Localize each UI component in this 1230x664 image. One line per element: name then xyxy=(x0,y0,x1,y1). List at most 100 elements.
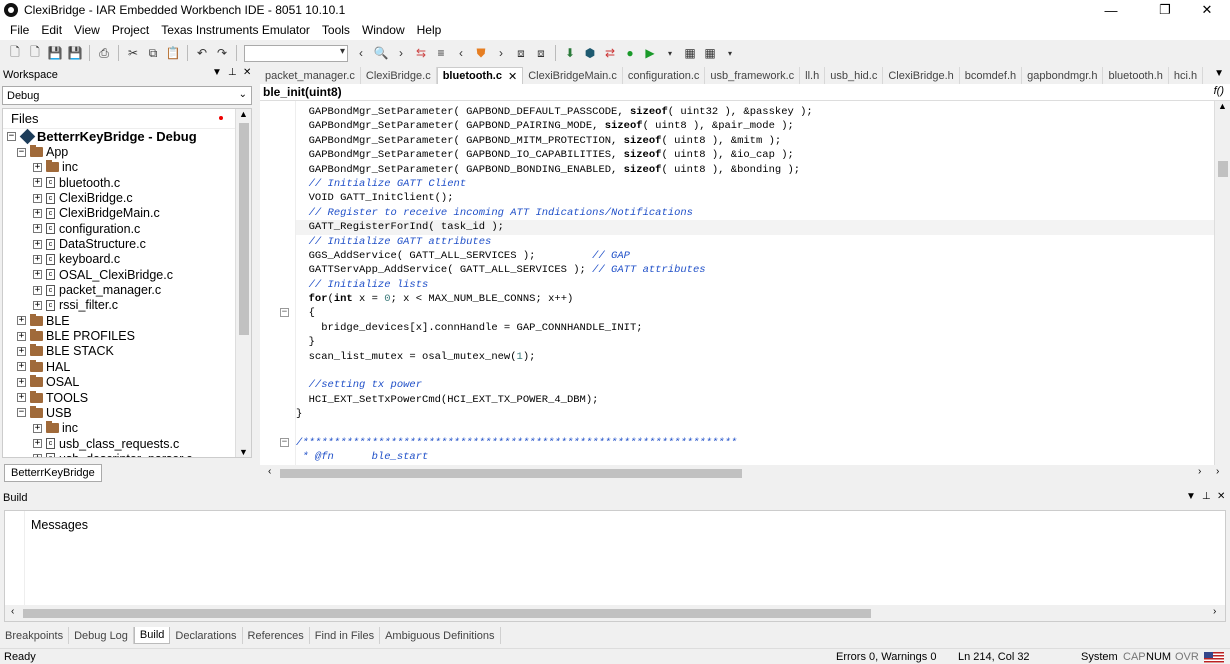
editor-tab[interactable]: ClexiBridge.c xyxy=(361,67,437,84)
expand-icon[interactable]: + xyxy=(33,178,42,188)
code-line[interactable]: VOID GATT_InitClient(); xyxy=(296,191,1214,205)
code-line[interactable]: GAPBondMgr_SetParameter( GAPBOND_PAIRING… xyxy=(296,119,1214,133)
stop-build-icon[interactable]: ⇄ xyxy=(601,44,619,62)
tree-file[interactable]: + c usb_class_requests.c xyxy=(3,436,251,451)
expand-icon[interactable]: + xyxy=(33,439,42,449)
tree-folder[interactable]: + BLE PROFILES xyxy=(3,328,251,343)
close-button[interactable]: ✕ xyxy=(1184,0,1230,20)
menu-project[interactable]: Project xyxy=(106,23,155,37)
tree-file[interactable]: + c bluetooth.c xyxy=(3,175,251,190)
find-combo[interactable] xyxy=(244,44,348,62)
tree-folder[interactable]: + HAL xyxy=(3,359,251,374)
tree-file[interactable]: + c OSAL_ClexiBridge.c xyxy=(3,267,251,282)
close-tab-icon[interactable]: ✕ xyxy=(508,70,517,83)
code-line[interactable]: } xyxy=(296,407,1214,421)
code-line[interactable]: GATT_RegisterForInd( task_id ); xyxy=(296,220,1214,235)
expand-icon[interactable]: + xyxy=(33,254,42,264)
configuration-select[interactable]: Debug ⌄ xyxy=(2,86,252,105)
editor-tab[interactable]: gapbondmgr.h xyxy=(1022,67,1104,84)
collapse-icon[interactable]: − xyxy=(7,132,16,142)
workspace-tab[interactable]: BetterrKeyBridge xyxy=(4,464,102,482)
code-line[interactable]: //setting tx power xyxy=(296,378,1214,392)
editor-tab[interactable]: ClexiBridgeMain.c xyxy=(523,67,623,84)
scroll-right-icon[interactable]: › xyxy=(1213,606,1216,617)
expand-icon[interactable]: + xyxy=(33,193,42,203)
code-line[interactable] xyxy=(296,422,1214,436)
editor-hscrollbar[interactable]: ‹ › › xyxy=(260,465,1230,481)
scroll-right-icon[interactable]: › xyxy=(1216,466,1219,477)
tree-file[interactable]: + c packet_manager.c xyxy=(3,282,251,297)
fold-collapse-icon[interactable]: − xyxy=(280,308,289,317)
code-line[interactable]: // Initialize GATT Client xyxy=(296,177,1214,191)
expand-icon[interactable]: + xyxy=(17,362,26,372)
code-editor[interactable]: − − GAPBondMgr_SetParameter( GAPBOND_DEF… xyxy=(260,101,1230,465)
build-hscrollbar[interactable]: ‹ › xyxy=(5,605,1225,621)
hscroll-thumb[interactable] xyxy=(280,469,742,478)
menu-edit[interactable]: Edit xyxy=(35,23,68,37)
tree-file[interactable]: + c ClexiBridgeMain.c xyxy=(3,206,251,221)
output-tab[interactable]: Breakpoints xyxy=(0,627,70,644)
menu-view[interactable]: View xyxy=(68,23,106,37)
build-messages-pane[interactable]: Messages ‹ › xyxy=(4,510,1226,622)
previous-bookmark-icon[interactable]: ‹ xyxy=(452,44,470,62)
scroll-thumb[interactable] xyxy=(1218,161,1228,177)
messages-column-header[interactable]: Messages xyxy=(31,518,88,532)
scroll-up-icon[interactable]: ▲ xyxy=(236,109,251,119)
code-line[interactable]: * @fn ble_start xyxy=(296,450,1214,464)
find-previous-icon[interactable]: ‹ xyxy=(352,44,370,62)
scroll-up-icon[interactable]: ▲ xyxy=(1215,101,1230,111)
editor-tab[interactable]: packet_manager.c xyxy=(260,67,361,84)
compile-icon[interactable]: ⬇ xyxy=(561,44,579,62)
function-list-icon[interactable]: f() xyxy=(1214,85,1224,97)
tree-project[interactable]: − BetterrKeyBridge - Debug xyxy=(3,128,251,145)
pane-close-icon[interactable]: ✕ xyxy=(243,67,251,78)
goto-icon[interactable]: ≡ xyxy=(432,44,450,62)
function-context-bar[interactable]: ble_init(uint8) f() xyxy=(260,84,1230,101)
code-line[interactable]: // Initialize lists xyxy=(296,278,1214,292)
editor-tab[interactable]: bluetooth.h xyxy=(1103,67,1169,84)
pane-menu-icon[interactable]: ▼ xyxy=(1186,491,1196,502)
next-bookmark-icon[interactable]: › xyxy=(492,44,510,62)
expand-icon[interactable]: + xyxy=(33,224,42,234)
scroll-thumb[interactable] xyxy=(239,123,249,335)
save-icon[interactable]: 💾 xyxy=(46,44,64,62)
code-line[interactable]: } xyxy=(296,335,1214,349)
new-workspace-icon[interactable]: 🗋 xyxy=(6,44,24,62)
toggle-breakpoint-icon[interactable]: ● xyxy=(621,44,639,62)
download-debug-icon[interactable]: ▶ xyxy=(641,44,659,62)
navigate-back-icon[interactable]: ⧈ xyxy=(512,44,530,62)
attach-debugger-icon[interactable]: ▦ xyxy=(701,44,719,62)
code-line[interactable]: GATTServApp_AddService( GATT_ALL_SERVICE… xyxy=(296,263,1214,277)
tree-scrollbar[interactable]: ▲ ▼ xyxy=(235,109,251,457)
expand-icon[interactable]: + xyxy=(33,285,42,295)
new-file-icon[interactable]: 🗋 xyxy=(26,44,44,62)
editor-tab[interactable]: usb_framework.c xyxy=(705,67,801,84)
paste-icon[interactable]: 📋 xyxy=(164,44,182,62)
expand-icon[interactable]: + xyxy=(17,331,26,341)
tree-folder[interactable]: + BLE STACK xyxy=(3,344,251,359)
code-line[interactable]: GGS_AddService( GATT_ALL_SERVICES ); // … xyxy=(296,249,1214,263)
expand-icon[interactable]: + xyxy=(17,393,26,403)
expand-icon[interactable]: + xyxy=(33,239,42,249)
tree-folder[interactable]: + OSAL xyxy=(3,375,251,390)
menu-help[interactable]: Help xyxy=(411,23,448,37)
code-line[interactable]: { xyxy=(296,306,1214,320)
code-area[interactable]: GAPBondMgr_SetParameter( GAPBOND_DEFAULT… xyxy=(296,105,1214,465)
editor-tab[interactable]: configuration.c xyxy=(623,67,706,84)
toggle-bookmark-icon[interactable]: ⇆ xyxy=(412,44,430,62)
editor-tab[interactable]: hci.h xyxy=(1169,67,1204,84)
menu-file[interactable]: File xyxy=(4,23,35,37)
tree-folder[interactable]: − USB xyxy=(3,405,251,420)
expand-icon[interactable]: + xyxy=(33,270,42,280)
save-all-icon[interactable]: 💾 xyxy=(66,44,84,62)
pin-icon[interactable]: ⊥ xyxy=(1202,491,1211,502)
output-tab[interactable]: Debug Log xyxy=(69,627,134,644)
tree-folder[interactable]: + inc xyxy=(3,421,251,436)
editor-tab[interactable]: usb_hid.c xyxy=(825,67,884,84)
menu-tools[interactable]: Tools xyxy=(316,23,356,37)
editor-tab[interactable]: bcomdef.h xyxy=(960,67,1023,84)
editor-tab[interactable]: bluetooth.c ✕ xyxy=(436,67,524,84)
cut-icon[interactable]: ✂ xyxy=(124,44,142,62)
collapse-icon[interactable]: − xyxy=(17,408,26,418)
code-line[interactable]: GAPBondMgr_SetParameter( GAPBOND_IO_CAPA… xyxy=(296,148,1214,162)
